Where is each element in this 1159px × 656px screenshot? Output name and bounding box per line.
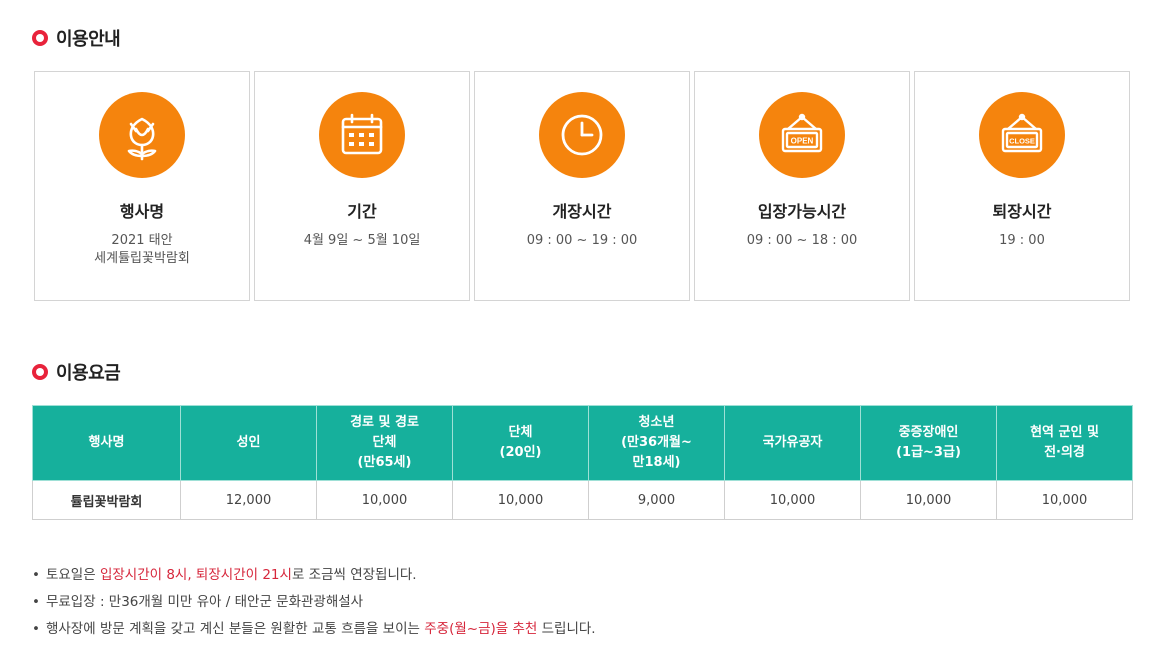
info-card-entry-hours: OPEN 입장가능시간 09 : 00 ~ 18 : 00 xyxy=(694,71,910,301)
cell-price: 9,000 xyxy=(588,480,725,520)
usage-info-heading: 이용안내 xyxy=(32,25,121,51)
open-sign-text: OPEN xyxy=(791,137,814,146)
open-sign-icon: OPEN xyxy=(759,92,845,178)
header-military: 현역 군인 및 전·의경 xyxy=(996,405,1133,481)
cell-price: 10,000 xyxy=(996,480,1133,520)
card-title: 입장가능시간 xyxy=(757,202,847,221)
table-row: 튤립꽃박람회 12,000 10,000 10,000 9,000 10,000… xyxy=(32,480,1133,520)
header-senior-group: 경로 및 경로 단체 (만65세) xyxy=(316,405,453,481)
tulip-icon xyxy=(99,92,185,178)
info-card-opening-hours: 개장시간 09 : 00 ~ 19 : 00 xyxy=(474,71,690,301)
card-value: 4월 9일 ~ 5월 10일 xyxy=(255,232,469,250)
notes-list: 토요일은 입장시간이 8시, 퇴장시간이 21시로 조금씩 연장됩니다. 무료입… xyxy=(32,562,596,643)
calendar-icon xyxy=(319,92,405,178)
info-card-event-name: 행사명 2021 태안 세계튤립꽃박람회 xyxy=(34,71,250,301)
card-value-line: 09 : 00 ~ 19 : 00 xyxy=(526,233,638,248)
card-value-line: 19 : 00 xyxy=(999,233,1045,248)
card-title: 행사명 xyxy=(119,202,165,221)
cell-price: 10,000 xyxy=(316,480,453,520)
card-value: 09 : 00 ~ 18 : 00 xyxy=(695,232,909,250)
close-sign-icon: CLOSE xyxy=(979,92,1065,178)
header-adult: 성인 xyxy=(180,405,317,481)
card-title: 개장시간 xyxy=(552,202,612,221)
fees-title: 이용요금 xyxy=(56,363,121,384)
cell-price: 10,000 xyxy=(860,480,997,520)
card-title: 기간 xyxy=(347,202,377,221)
header-group: 단체 (20인) xyxy=(452,405,589,481)
clock-icon xyxy=(539,92,625,178)
card-value: 19 : 00 xyxy=(915,232,1129,250)
card-title: 퇴장시간 xyxy=(992,202,1052,221)
fees-heading: 이용요금 xyxy=(32,359,121,385)
cell-price: 10,000 xyxy=(724,480,861,520)
header-event: 행사명 xyxy=(32,405,181,481)
close-sign-text: CLOSE xyxy=(1009,137,1035,146)
card-value-line: 세계튤립꽃박람회 xyxy=(94,251,190,266)
info-card-closing-time: CLOSE 퇴장시간 19 : 00 xyxy=(914,71,1130,301)
cell-price: 10,000 xyxy=(452,480,589,520)
cell-price: 12,000 xyxy=(180,480,317,520)
cell-event-name: 튤립꽃박람회 xyxy=(32,480,181,520)
fees-header-row: 행사명 성인 경로 및 경로 단체 (만65세) 단체 (20인) 청소년 (만36개월… xyxy=(32,405,1133,481)
card-value: 2021 태안 세계튤립꽃박람회 xyxy=(35,232,249,268)
header-veteran: 국가유공자 xyxy=(724,405,861,481)
card-value-line: 09 : 00 ~ 18 : 00 xyxy=(746,233,858,248)
info-card-period: 기간 4월 9일 ~ 5월 10일 xyxy=(254,71,470,301)
bullet-icon xyxy=(32,30,48,46)
usage-info-title: 이용안내 xyxy=(56,29,121,50)
info-cards: 행사명 2021 태안 세계튤립꽃박람회 기간 4월 9일 ~ 5월 10일 개… xyxy=(34,71,1130,301)
fees-table: 행사명 성인 경로 및 경로 단체 (만65세) 단체 (20인) 청소년 (만36개월… xyxy=(32,405,1133,520)
header-youth: 청소년 (만36개월~ 만18세) xyxy=(588,405,725,481)
card-value-line: 2021 태안 xyxy=(111,233,173,248)
note-saturday: 토요일은 입장시간이 8시, 퇴장시간이 21시로 조금씩 연장됩니다. xyxy=(32,562,596,589)
card-value: 09 : 00 ~ 19 : 00 xyxy=(475,232,689,250)
bullet-icon xyxy=(32,364,48,380)
header-disabled: 중증장애인 (1급~3급) xyxy=(860,405,997,481)
card-value-line: 4월 9일 ~ 5월 10일 xyxy=(303,233,421,248)
note-free-entry: 무료입장 : 만36개월 미만 유아 / 태안군 문화관광해설사 xyxy=(32,589,596,616)
note-weekday: 행사장에 방문 계획을 갖고 계신 분들은 원활한 교통 흐름을 보이는 주중(… xyxy=(32,616,596,643)
